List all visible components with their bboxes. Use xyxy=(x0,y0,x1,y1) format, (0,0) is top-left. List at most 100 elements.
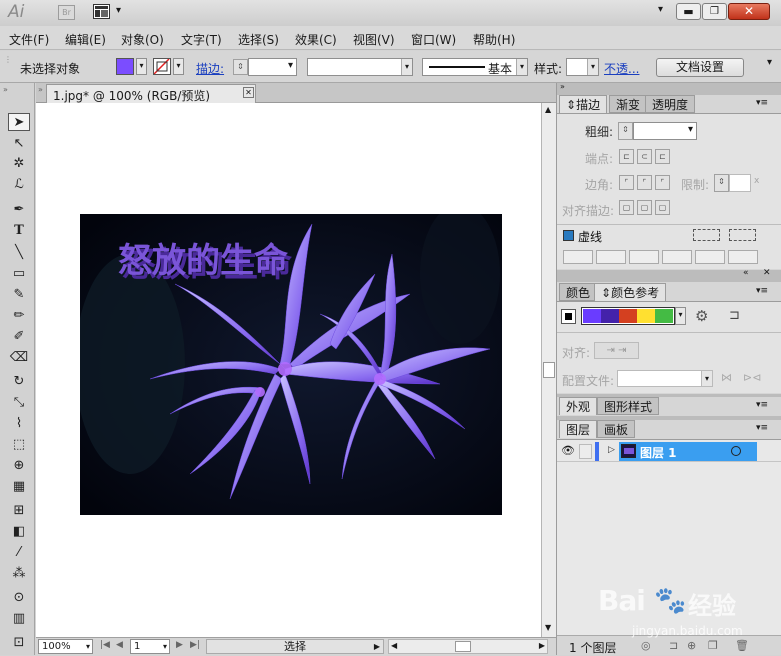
clipping-mask-icon[interactable]: ⊐ xyxy=(669,639,678,652)
menu-object[interactable]: 对象(O) xyxy=(121,31,164,48)
panel-menu-icon[interactable]: ▾≡ xyxy=(756,98,768,108)
panel-menu-icon[interactable]: ▾≡ xyxy=(756,286,768,296)
style-field[interactable]: ▾ xyxy=(566,58,599,76)
new-sublayer-icon[interactable]: ⊕ xyxy=(687,639,696,652)
direct-selection-tool-icon[interactable]: ↖ xyxy=(8,135,30,153)
type-tool-icon[interactable]: T xyxy=(8,222,30,240)
align-buttons[interactable]: ⇥ ⇥ xyxy=(594,342,639,359)
menu-window[interactable]: 窗口(W) xyxy=(411,31,456,48)
first-artboard-icon[interactable]: |◀ xyxy=(100,640,110,650)
layer-highlight[interactable]: 图层 1 xyxy=(619,442,757,461)
menu-help[interactable]: 帮助(H) xyxy=(473,31,515,48)
flip-icon[interactable]: ⊳⊲ xyxy=(743,371,761,384)
blend-tool-icon[interactable]: ⁂ xyxy=(8,565,30,583)
artboard-field[interactable]: 1 ▾ xyxy=(130,639,170,654)
eyedropper-tool-icon[interactable]: ⁄ xyxy=(8,544,30,562)
next-artboard-icon[interactable]: ▶ xyxy=(176,640,183,650)
prev-artboard-icon[interactable]: ◀ xyxy=(116,640,123,650)
chevron-down-icon[interactable]: ▾ xyxy=(116,5,121,16)
layer-row[interactable]: 👁 ▷ 图层 1 xyxy=(557,442,781,462)
menu-select[interactable]: 选择(S) xyxy=(238,31,279,48)
canvas-area[interactable]: 怒放的生命 怒放的生命 xyxy=(36,103,541,637)
artboard-tool-icon[interactable]: ⊡ xyxy=(8,634,30,652)
tab-stroke[interactable]: ⇕描边 xyxy=(559,95,608,113)
limit-field[interactable] xyxy=(729,174,751,192)
magic-wand-tool-icon[interactable]: ✲ xyxy=(8,155,30,173)
panel-menu-icon[interactable]: ▾≡ xyxy=(756,400,768,410)
minimize-button[interactable]: ▬ xyxy=(676,3,701,20)
dash-field-2[interactable] xyxy=(629,250,659,264)
base-color-box[interactable] xyxy=(561,309,576,324)
align-outside-icon[interactable]: ▢ xyxy=(655,200,670,215)
selection-tool-icon[interactable]: ➤ xyxy=(8,113,30,131)
placed-image[interactable]: 怒放的生命 怒放的生命 xyxy=(80,214,502,515)
workspace-dropdown-icon[interactable]: ▾ xyxy=(658,4,663,15)
butt-cap-icon[interactable]: ⊏ xyxy=(619,149,634,164)
tab-graphic-styles[interactable]: 图形样式 xyxy=(597,397,660,415)
eraser-tool-icon[interactable]: ⌫ xyxy=(8,349,30,367)
workspace-layout-icon[interactable] xyxy=(93,4,110,19)
tab-transparency[interactable]: 透明度 xyxy=(645,95,696,113)
harmony-dropdown[interactable]: ▾ xyxy=(675,307,686,325)
visibility-eye-icon[interactable]: 👁 xyxy=(561,444,575,457)
weight-stepper[interactable]: ⇕ xyxy=(618,122,633,140)
pencil-tool-icon[interactable]: ✏ xyxy=(8,307,30,325)
close-panel-icon[interactable]: ✕ xyxy=(763,268,771,278)
tab-color-guide[interactable]: ⇕颜色参考 xyxy=(594,283,667,301)
stroke-swatch[interactable] xyxy=(153,58,171,75)
hscroll-thumb[interactable] xyxy=(455,641,471,652)
mesh-tool-icon[interactable]: ⊞ xyxy=(8,502,30,520)
limit-stepper[interactable]: ⇕ xyxy=(714,174,729,192)
shape-builder-tool-icon[interactable]: ⊕ xyxy=(8,457,30,475)
gap-field-3[interactable] xyxy=(728,250,758,264)
zoom-field[interactable]: 100% ▾ xyxy=(38,639,93,654)
stroke-weight-field[interactable]: ▾ xyxy=(248,58,297,76)
gradient-tool-icon[interactable]: ◧ xyxy=(8,523,30,541)
tab-artboards[interactable]: 画板 xyxy=(597,420,636,438)
blob-brush-tool-icon[interactable]: ✐ xyxy=(8,328,30,346)
rotate-tool-icon[interactable]: ↻ xyxy=(8,373,30,391)
color-group-header[interactable]: « ✕ xyxy=(557,268,781,282)
scroll-thumb[interactable] xyxy=(543,362,555,378)
preserve-dash-icon[interactable] xyxy=(693,229,720,241)
column-graph-tool-icon[interactable]: ▥ xyxy=(8,610,30,628)
square-cap-icon[interactable]: ⊏ xyxy=(655,149,670,164)
symbol-sprayer-tool-icon[interactable]: ⊙ xyxy=(8,589,30,607)
locate-object-icon[interactable]: ◎ xyxy=(641,639,651,652)
align-inside-icon[interactable]: ▢ xyxy=(637,200,652,215)
bridge-button[interactable]: Br xyxy=(58,5,75,20)
brush-definition-field[interactable]: 基本 ▾ xyxy=(422,58,528,76)
menu-edit[interactable]: 编辑(E) xyxy=(65,31,106,48)
control-menu-icon[interactable]: ▾ xyxy=(767,57,772,68)
tab-color[interactable]: 颜色 xyxy=(559,283,598,301)
line-tool-icon[interactable]: ╲ xyxy=(8,244,30,262)
vertical-scrollbar[interactable]: ▲ ▼ xyxy=(541,103,556,637)
fill-dropdown[interactable]: ▾ xyxy=(136,58,147,75)
bevel-join-icon[interactable]: ⌜ xyxy=(655,175,670,190)
scroll-up-icon[interactable]: ▲ xyxy=(545,105,551,114)
lock-toggle[interactable] xyxy=(579,444,592,459)
close-button[interactable]: ✕ xyxy=(728,3,770,20)
dashed-checkbox[interactable] xyxy=(563,230,574,241)
menu-effect[interactable]: 效果(C) xyxy=(295,31,337,48)
menu-file[interactable]: 文件(F) xyxy=(9,31,49,48)
save-group-icon[interactable]: ⊐ xyxy=(729,308,740,323)
scroll-down-icon[interactable]: ▼ xyxy=(545,623,551,632)
gap-field-2[interactable] xyxy=(662,250,692,264)
delete-layer-icon[interactable]: 🗑 xyxy=(735,639,749,652)
stroke-weight-stepper[interactable]: ⇕ xyxy=(233,59,248,75)
round-cap-icon[interactable]: ⊂ xyxy=(637,149,652,164)
align-center-icon[interactable]: ▢ xyxy=(619,200,634,215)
dock-header[interactable]: » xyxy=(557,82,781,95)
flip-icon[interactable]: ⋈ xyxy=(721,371,732,384)
restore-button[interactable]: ❐ xyxy=(702,3,727,20)
menu-view[interactable]: 视图(V) xyxy=(353,31,395,48)
tab-appearance[interactable]: 外观 xyxy=(559,397,598,415)
expand-layer-icon[interactable]: ▷ xyxy=(608,445,615,455)
dash-field-1[interactable] xyxy=(563,250,593,264)
stroke-link[interactable]: 描边: xyxy=(196,60,224,77)
last-artboard-icon[interactable]: ▶| xyxy=(190,640,200,650)
profile-field[interactable]: ▾ xyxy=(617,370,713,387)
miter-join-icon[interactable]: ⌜ xyxy=(619,175,634,190)
status-selector[interactable]: 选择 ▶ xyxy=(206,639,384,654)
